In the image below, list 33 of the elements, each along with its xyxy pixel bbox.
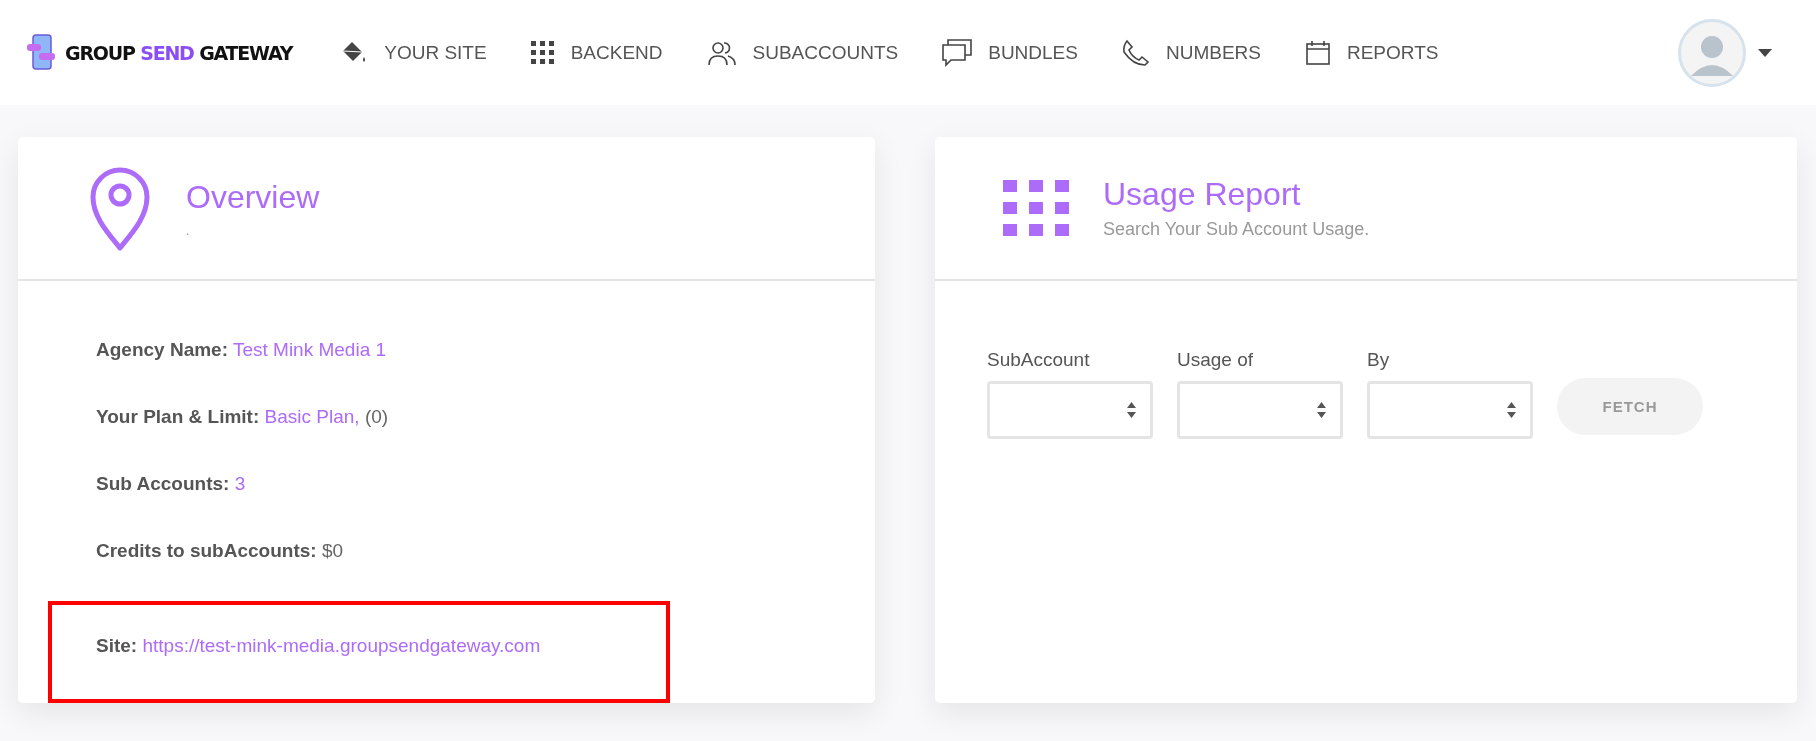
field-label: SubAccount: [987, 349, 1091, 371]
nav-link[interactable]: NUMBERS: [1121, 38, 1261, 67]
card-title: Usage Report: [1103, 176, 1302, 213]
location-pin-icon: [90, 165, 150, 251]
sort-arrows-icon: [1507, 402, 1516, 418]
grid-icon: [530, 40, 555, 65]
logo-text: GROUP SEND GATEWAY: [65, 41, 293, 64]
field-label: Usage of: [1177, 349, 1255, 371]
calendar-icon: [1304, 39, 1331, 66]
phone-icon: [1121, 38, 1150, 67]
info-line: Your Plan & Limit: Basic Plan, (0): [96, 406, 389, 428]
caret-icon[interactable]: [1758, 48, 1772, 57]
info-line: Credits to subAccounts: $0: [96, 540, 344, 562]
nav-link[interactable]: SUBACCOUNTS: [706, 39, 899, 66]
nav-link[interactable]: BACKEND: [530, 40, 663, 65]
info-line: Sub Accounts: 3: [96, 473, 246, 495]
grid-icon: [1003, 180, 1069, 236]
nav-link[interactable]: BUNDLES: [942, 38, 1078, 67]
card-subtitle: Search Your Sub Account Usage.: [1103, 219, 1370, 240]
users-icon: [706, 39, 737, 66]
field-label: By: [1367, 349, 1391, 371]
info-line: Agency Name: Test Mink Media 1: [96, 339, 387, 361]
card-subtitle: .: [186, 223, 191, 238]
select-field[interactable]: [1367, 381, 1533, 439]
nav-link[interactable]: YOUR SITE: [340, 38, 487, 67]
select-field[interactable]: [987, 381, 1153, 439]
select-field[interactable]: [1177, 381, 1343, 439]
nav-link[interactable]: REPORTS: [1304, 39, 1439, 66]
card-title: Overview: [186, 178, 320, 216]
sort-arrows-icon: [1127, 402, 1136, 418]
info-line: Site: https://test-mink-media.groupsendgateway.com: [96, 635, 541, 657]
sort-arrows-icon: [1317, 402, 1326, 418]
chat-bubbles-icon: [942, 38, 973, 67]
